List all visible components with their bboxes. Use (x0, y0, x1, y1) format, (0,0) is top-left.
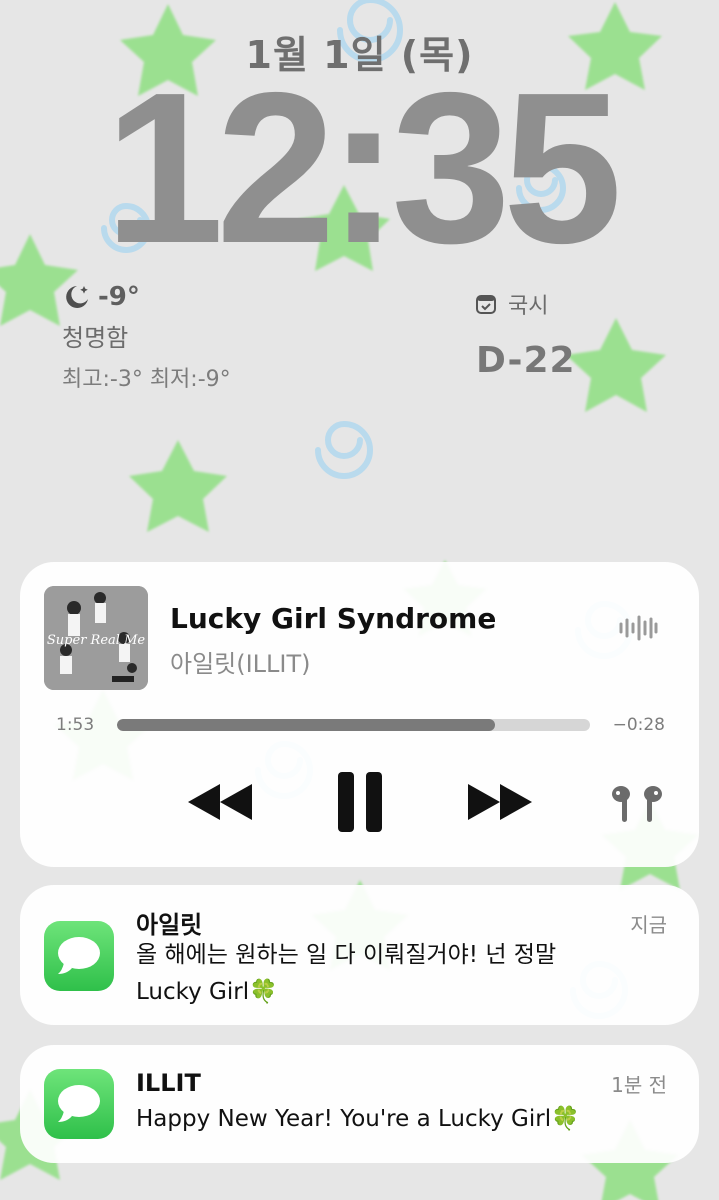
track-artist: 아일릿(ILLIT) (170, 650, 311, 678)
messages-icon (44, 921, 114, 991)
album-art[interactable]: Super Real Me (44, 586, 148, 690)
track-title: Lucky Girl Syndrome (170, 602, 497, 635)
weather-temperature: -9° (98, 282, 140, 312)
star-decoration (129, 440, 227, 532)
notification-time: 1분 전 (611, 1073, 667, 1097)
notification-card[interactable]: ILLIT 1분 전 Happy New Year! You're a Luck… (20, 1045, 699, 1163)
notification-sender: 아일릿 (136, 911, 203, 939)
weather-high-low: 최고:-3° 최저:-9° (62, 367, 231, 392)
remaining-time: −0:28 (612, 715, 665, 735)
notification-sender: ILLIT (136, 1069, 201, 1097)
audio-waveform-icon[interactable] (618, 614, 658, 642)
elapsed-time: 1:53 (56, 715, 95, 735)
countdown-widget[interactable]: 국시 D-22 (476, 288, 576, 381)
countdown-label: 국시 (508, 294, 549, 319)
lockscreen-clock: 12:35 (104, 47, 623, 288)
notification-body: 올 해에는 원하는 일 다 이뤄질거야! 넌 정말 Lucky Girl🍀 (136, 937, 656, 1011)
messages-icon (44, 1069, 114, 1139)
notification-body-line: Lucky Girl🍀 (136, 979, 278, 1005)
now-playing-card[interactable]: Super Real Me Lucky Girl Syndrome 아일릿(IL… (20, 562, 699, 867)
moon-stars-icon (66, 286, 88, 308)
rewind-icon[interactable] (186, 782, 254, 822)
swirl-decoration (315, 420, 373, 479)
countdown-value: D-22 (476, 340, 576, 381)
notification-card[interactable]: 아일릿 지금 올 해에는 원하는 일 다 이뤄질거야! 넌 정말 Lucky G… (20, 885, 699, 1025)
calendar-check-icon (476, 295, 496, 314)
star-decoration (566, 318, 666, 412)
playback-progress-fill (117, 719, 496, 731)
notification-body-line: Happy New Year! You're a Lucky Girl🍀 (136, 1106, 580, 1132)
weather-condition: 청명함 (62, 324, 129, 352)
notification-time: 지금 (630, 913, 667, 937)
notification-body-line: 올 해에는 원하는 일 다 이뤄질거야! 넌 정말 (136, 942, 557, 968)
fast-forward-icon[interactable] (466, 782, 534, 822)
notification-body: Happy New Year! You're a Lucky Girl🍀 (136, 1101, 656, 1138)
airpods-icon[interactable] (608, 784, 666, 824)
weather-widget[interactable]: -9° 청명함 최고:-3° 최저:-9° (62, 282, 231, 393)
playback-scrubber[interactable] (117, 719, 590, 731)
pause-icon[interactable] (336, 770, 384, 834)
album-title-text: Super Real Me (47, 633, 145, 648)
